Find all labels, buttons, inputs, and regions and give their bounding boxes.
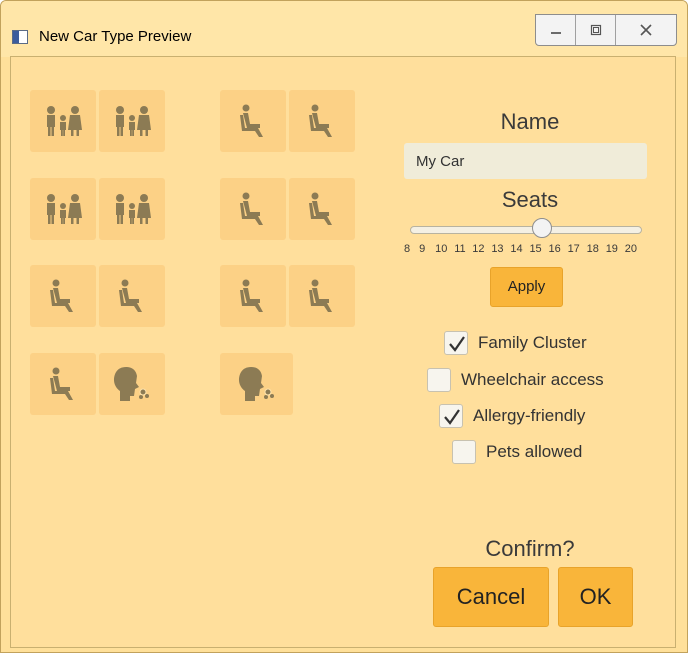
family-seat[interactable] bbox=[99, 90, 165, 152]
pets-allowed-label: Pets allowed bbox=[486, 442, 583, 461]
allergy-icon bbox=[114, 367, 149, 401]
seated-person-icon bbox=[240, 104, 263, 137]
minimize-icon bbox=[550, 32, 561, 34]
tick-label: 18 bbox=[586, 243, 599, 255]
tick-label: 9 bbox=[419, 243, 426, 255]
seated-person-icon bbox=[119, 279, 142, 312]
option-allergy-friendly[interactable]: Allergy-friendly bbox=[439, 404, 585, 428]
pets-allowed-checkbox[interactable] bbox=[452, 440, 476, 464]
tick-label: 16 bbox=[548, 243, 561, 255]
seated-person-icon bbox=[240, 192, 263, 225]
title-bar[interactable]: New Car Type Preview bbox=[1, 1, 687, 57]
checkmark-icon bbox=[444, 409, 460, 425]
checkmark-icon bbox=[449, 336, 465, 352]
name-label: Name bbox=[500, 109, 560, 134]
seated-person-icon bbox=[309, 104, 332, 137]
restore-icon bbox=[590, 24, 601, 36]
family-cluster-checkbox[interactable] bbox=[444, 331, 468, 355]
tick-label: 13 bbox=[491, 243, 504, 255]
seat-row-4-left bbox=[30, 353, 165, 415]
allergy-seat[interactable] bbox=[220, 353, 293, 415]
tick-label: 14 bbox=[510, 243, 523, 255]
app-window-icon bbox=[12, 30, 28, 44]
seated-person-icon bbox=[240, 279, 263, 312]
wheelchair-seat[interactable] bbox=[30, 265, 96, 327]
apply-button[interactable]: Apply bbox=[490, 267, 563, 307]
family-icon bbox=[47, 194, 82, 224]
cancel-button[interactable]: Cancel bbox=[433, 567, 549, 627]
seat-row-3-left bbox=[30, 265, 165, 327]
seat-row-2-right bbox=[220, 178, 355, 240]
allergy-seat[interactable] bbox=[99, 353, 165, 415]
ok-button[interactable]: OK bbox=[558, 567, 633, 627]
allergy-friendly-label: Allergy-friendly bbox=[473, 406, 586, 425]
seated-person-icon bbox=[50, 279, 73, 312]
wheelchair-seat[interactable] bbox=[289, 178, 355, 240]
tick-label: 8 bbox=[404, 243, 411, 255]
wheelchair-seat[interactable] bbox=[30, 353, 96, 415]
allergy-icon bbox=[238, 367, 274, 401]
tick-label: 19 bbox=[605, 243, 618, 255]
wheelchair-access-label: Wheelchair access bbox=[461, 370, 604, 389]
tick-label: 15 bbox=[529, 243, 542, 255]
close-icon bbox=[640, 24, 652, 36]
seats-label: Seats bbox=[501, 187, 559, 212]
seats-slider-thumb[interactable] bbox=[532, 218, 552, 238]
option-wheelchair-access[interactable]: Wheelchair access bbox=[427, 368, 604, 392]
confirm-label: Confirm? bbox=[485, 536, 575, 561]
seats-slider-track[interactable] bbox=[410, 226, 642, 234]
family-icon bbox=[116, 106, 151, 136]
wheelchair-seat[interactable] bbox=[99, 265, 165, 327]
seat-row-2-left bbox=[30, 178, 165, 240]
seats-slider-ticks: 8 9 10 11 12 13 14 15 16 17 18 19 20 bbox=[404, 243, 637, 255]
family-seat[interactable] bbox=[30, 90, 96, 152]
seat-row-3-right bbox=[220, 265, 355, 327]
allergy-friendly-checkbox[interactable] bbox=[439, 404, 463, 428]
wheelchair-access-checkbox[interactable] bbox=[427, 368, 451, 392]
family-cluster-label: Family Cluster bbox=[478, 333, 587, 352]
wheelchair-seat[interactable] bbox=[220, 265, 286, 327]
minimize-button[interactable] bbox=[536, 15, 576, 45]
tick-label: 11 bbox=[454, 243, 466, 255]
window-controls bbox=[535, 14, 677, 46]
seat-row-1-right bbox=[220, 90, 355, 152]
option-family-cluster[interactable]: Family Cluster bbox=[444, 331, 587, 355]
wheelchair-seat[interactable] bbox=[289, 90, 355, 152]
seat-row-4-right bbox=[220, 353, 293, 415]
close-button[interactable] bbox=[616, 15, 676, 45]
family-seat[interactable] bbox=[99, 178, 165, 240]
name-input[interactable] bbox=[404, 143, 647, 179]
maximize-button[interactable] bbox=[576, 15, 616, 45]
family-icon bbox=[47, 106, 82, 136]
tick-label: 17 bbox=[567, 243, 580, 255]
tick-label: 10 bbox=[435, 243, 448, 255]
seated-person-icon bbox=[309, 192, 332, 225]
seat-row-1-left bbox=[30, 90, 165, 152]
tick-label: 12 bbox=[472, 243, 485, 255]
seated-person-icon bbox=[309, 279, 332, 312]
seated-person-icon bbox=[50, 367, 73, 400]
family-icon bbox=[116, 194, 151, 224]
family-seat[interactable] bbox=[30, 178, 96, 240]
tick-label: 20 bbox=[624, 243, 637, 255]
window-title: New Car Type Preview bbox=[39, 28, 192, 45]
option-pets-allowed[interactable]: Pets allowed bbox=[452, 440, 582, 464]
wheelchair-seat[interactable] bbox=[289, 265, 355, 327]
wheelchair-seat[interactable] bbox=[220, 178, 286, 240]
wheelchair-seat[interactable] bbox=[220, 90, 286, 152]
